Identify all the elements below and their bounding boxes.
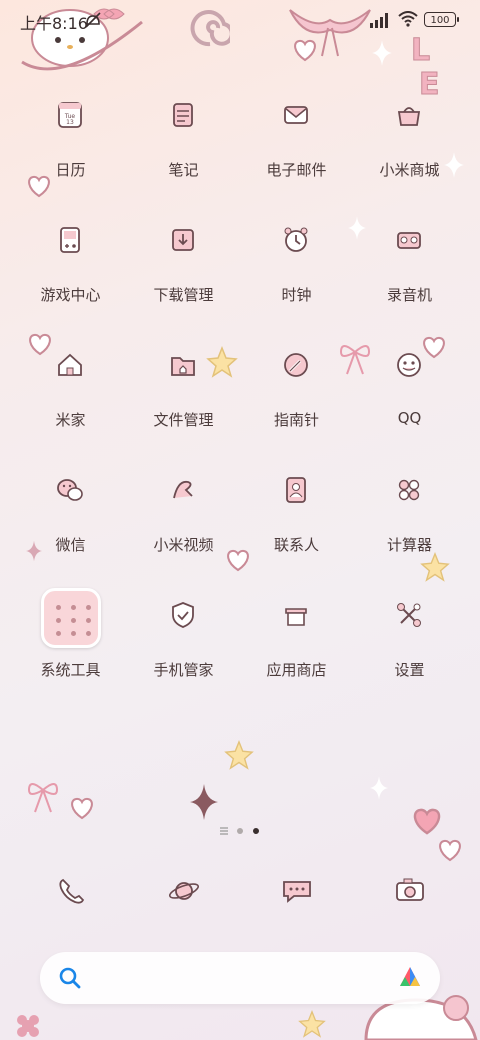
app-mi-video[interactable]: 小米视频 <box>127 470 240 580</box>
email-icon <box>276 95 316 135</box>
app-label: 小米商城 <box>379 161 440 179</box>
app-app-store[interactable]: 应用商店 <box>240 595 353 705</box>
love-letters-decoration: L E <box>411 33 441 101</box>
download-icon <box>163 220 203 260</box>
svg-text:13: 13 <box>66 119 74 126</box>
app-label: 电子邮件 <box>266 161 327 179</box>
app-label: 笔记 <box>168 161 199 179</box>
phone-icon[interactable] <box>46 866 96 916</box>
home-icon <box>50 345 90 385</box>
sparkle-decoration <box>370 776 388 800</box>
app-downloads[interactable]: 下载管理 <box>127 220 240 330</box>
heart-decoration <box>439 839 461 862</box>
search-icon[interactable] <box>58 966 82 990</box>
app-wechat[interactable]: 微信 <box>14 470 127 580</box>
app-label: 系统工具 <box>40 661 101 679</box>
shop-icon <box>389 95 429 135</box>
battery-icon: 100 <box>424 12 459 27</box>
folder-icon <box>163 345 203 385</box>
system-tools-folder[interactable] <box>41 588 101 648</box>
app-calendar[interactable]: Tue 13 日历 <box>14 95 127 205</box>
app-label: 手机管家 <box>153 661 214 679</box>
camera-icon[interactable] <box>385 866 435 916</box>
app-label: 录音机 <box>386 286 432 304</box>
signal-icon <box>370 13 388 28</box>
contacts-icon <box>276 470 316 510</box>
app-security[interactable]: 手机管家 <box>127 595 240 705</box>
do-not-disturb-icon <box>85 12 101 28</box>
settings-icon <box>389 595 429 635</box>
page-indicator <box>220 827 259 835</box>
wechat-icon <box>50 470 90 510</box>
app-label: 应用商店 <box>266 661 327 679</box>
status-time: 上午8:16 <box>20 14 88 33</box>
app-notes[interactable]: 笔记 <box>127 95 240 205</box>
app-label: 小米视频 <box>153 536 214 554</box>
app-label: 日历 <box>55 161 86 179</box>
app-clock[interactable]: 时钟 <box>240 220 353 330</box>
app-game-center[interactable]: 游戏中心 <box>14 220 127 330</box>
compass-icon <box>276 345 316 385</box>
app-file-manager[interactable]: 文件管理 <box>127 345 240 455</box>
security-icon <box>163 595 203 635</box>
flower-decoration <box>17 1015 39 1037</box>
messages-icon[interactable] <box>272 866 322 916</box>
app-label: 时钟 <box>281 286 312 304</box>
star-decoration <box>298 1010 326 1038</box>
heart-decoration <box>413 808 441 835</box>
recorder-icon <box>389 220 429 260</box>
heart-decoration <box>294 39 316 62</box>
app-label: 下载管理 <box>153 286 214 304</box>
app-label: 指南针 <box>273 411 319 429</box>
app-label: 设置 <box>394 661 425 679</box>
wifi-icon <box>398 11 418 27</box>
app-label: 游戏中心 <box>40 286 101 304</box>
app-label: QQ <box>397 409 422 427</box>
calendar-icon: Tue 13 <box>50 95 90 135</box>
notes-icon <box>163 95 203 135</box>
calculator-icon <box>389 470 429 510</box>
browser-icon[interactable] <box>159 866 209 916</box>
sparkle-decoration <box>372 40 392 66</box>
status-bar: 上午8:16 100 <box>0 0 480 40</box>
star-decoration <box>224 740 254 770</box>
app-label: 计算器 <box>386 536 432 554</box>
app-contacts[interactable]: 联系人 <box>240 470 353 580</box>
app-qq[interactable]: QQ <box>353 345 466 455</box>
app-recorder[interactable]: 录音机 <box>353 220 466 330</box>
heart-decoration <box>71 797 93 820</box>
app-label: 米家 <box>55 411 86 429</box>
app-mi-home[interactable]: 米家 <box>14 345 127 455</box>
qq-icon <box>389 345 429 385</box>
search-bar[interactable] <box>40 952 440 1004</box>
assistant-icon[interactable] <box>396 964 424 992</box>
app-label: 联系人 <box>273 536 319 554</box>
app-settings[interactable]: 设置 <box>353 595 466 705</box>
clock-icon <box>276 220 316 260</box>
video-icon <box>163 470 203 510</box>
app-label: 文件管理 <box>153 411 214 429</box>
ribbon-bow-decoration <box>27 783 59 813</box>
app-compass[interactable]: 指南针 <box>240 345 353 455</box>
app-email[interactable]: 电子邮件 <box>240 95 353 205</box>
app-calculator[interactable]: 计算器 <box>353 470 466 580</box>
sparkle-decoration <box>190 784 218 820</box>
app-label: 微信 <box>55 536 86 554</box>
app-store-icon <box>276 595 316 635</box>
app-mi-store[interactable]: 小米商城 <box>353 95 466 205</box>
game-center-icon <box>50 220 90 260</box>
